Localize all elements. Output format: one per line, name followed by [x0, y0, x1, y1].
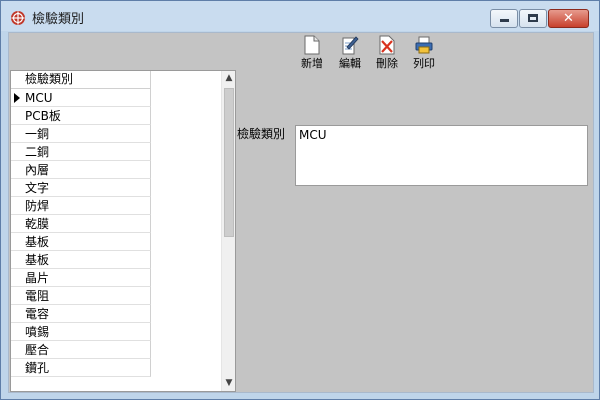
close-icon: ✕ — [563, 11, 574, 26]
grid-cell: 電阻 — [25, 289, 50, 303]
scroll-thumb[interactable] — [224, 88, 234, 237]
scroll-up-icon[interactable]: ▲ — [222, 71, 235, 86]
grid-row[interactable]: 晶片 — [11, 269, 151, 287]
category-grid[interactable]: 檢驗類別 MCU PCB板 一銅 二銅 內層 文字 防焊 乾膜 基板 基板 晶片 電阻 電容 噴錫 壓合 鑽孔… — [10, 70, 236, 392]
grid-row[interactable]: 一銅 — [11, 125, 151, 143]
grid-row[interactable]: PCB板 — [11, 107, 151, 125]
grid-row[interactable]: 鑽孔 — [11, 359, 151, 377]
grid-row[interactable]: 文字 — [11, 179, 151, 197]
grid-row[interactable]: 壓合 — [11, 341, 151, 359]
grid-body: 檢驗類別 MCU PCB板 一銅 二銅 內層 文字 防焊 乾膜 基板 基板 晶片 電阻 電容 噴錫 壓合 鑽孔 — [11, 71, 221, 391]
minimize-icon — [500, 19, 509, 22]
grid-cell: 基板 — [25, 235, 50, 249]
grid-cell: PCB板 — [25, 109, 61, 123]
grid-cell: 壓合 — [25, 343, 50, 357]
edit-document-icon — [342, 36, 359, 55]
delete-document-icon — [379, 35, 395, 55]
app-icon — [11, 11, 25, 25]
grid-cell: 鑽孔 — [25, 361, 50, 375]
toolbar: 新增 編輯 刪除 列印 — [9, 33, 593, 70]
grid-row[interactable]: 基板 — [11, 233, 151, 251]
grid-row[interactable]: 噴錫 — [11, 323, 151, 341]
main-window: 檢驗類別 ✕ 新增 編輯 刪除 列印 檢驗類別 MCU PCB板 一銅 二銅 內… — [0, 0, 600, 400]
delete-button[interactable]: 刪除 — [369, 35, 405, 70]
grid-row[interactable]: 二銅 — [11, 143, 151, 161]
grid-cell: 防焊 — [25, 199, 50, 213]
grid-cell: 二銅 — [25, 145, 50, 159]
maximize-button[interactable] — [519, 9, 547, 28]
print-button-label: 列印 — [413, 57, 435, 70]
grid-row[interactable]: 基板 — [11, 251, 151, 269]
new-button-label: 新增 — [301, 57, 323, 70]
grid-row[interactable]: MCU — [11, 89, 151, 107]
title-bar[interactable]: 檢驗類別 ✕ — [1, 1, 599, 31]
grid-cell: MCU — [25, 91, 53, 105]
grid-row[interactable]: 內層 — [11, 161, 151, 179]
grid-row[interactable]: 乾膜 — [11, 215, 151, 233]
grid-cell: 基板 — [25, 253, 50, 267]
minimize-button[interactable] — [490, 9, 518, 28]
grid-row[interactable]: 電阻 — [11, 287, 151, 305]
vertical-scrollbar[interactable]: ▲ ▼ — [221, 71, 235, 391]
grid-cell: 一銅 — [25, 127, 50, 141]
grid-cell: 內層 — [25, 163, 50, 177]
grid-row[interactable]: 防焊 — [11, 197, 151, 215]
print-button[interactable]: 列印 — [406, 35, 442, 70]
edit-button-label: 編輯 — [339, 57, 361, 70]
grid-cell: 晶片 — [25, 271, 50, 285]
grid-cell: 電容 — [25, 307, 50, 321]
delete-button-label: 刪除 — [376, 57, 398, 70]
client-area: 新增 編輯 刪除 列印 檢驗類別 MCU PCB板 一銅 二銅 內層 文字 防焊… — [8, 32, 594, 393]
grid-cell: 文字 — [25, 181, 50, 195]
scroll-down-icon[interactable]: ▼ — [222, 376, 235, 391]
printer-icon — [415, 36, 433, 54]
grid-column-header[interactable]: 檢驗類別 — [11, 71, 151, 89]
row-selector-icon — [14, 93, 20, 103]
window-title: 檢驗類別 — [32, 12, 85, 27]
new-button[interactable]: 新增 — [294, 35, 330, 70]
close-button[interactable]: ✕ — [548, 9, 589, 28]
new-document-icon — [304, 35, 320, 55]
maximize-icon — [528, 14, 538, 22]
grid-row[interactable]: 電容 — [11, 305, 151, 323]
edit-button[interactable]: 編輯 — [332, 35, 368, 70]
category-field-label: 檢驗類別 — [237, 127, 286, 141]
grid-cell: 噴錫 — [25, 325, 50, 339]
grid-cell: 乾膜 — [25, 217, 50, 231]
category-field[interactable]: MCU — [295, 125, 588, 186]
